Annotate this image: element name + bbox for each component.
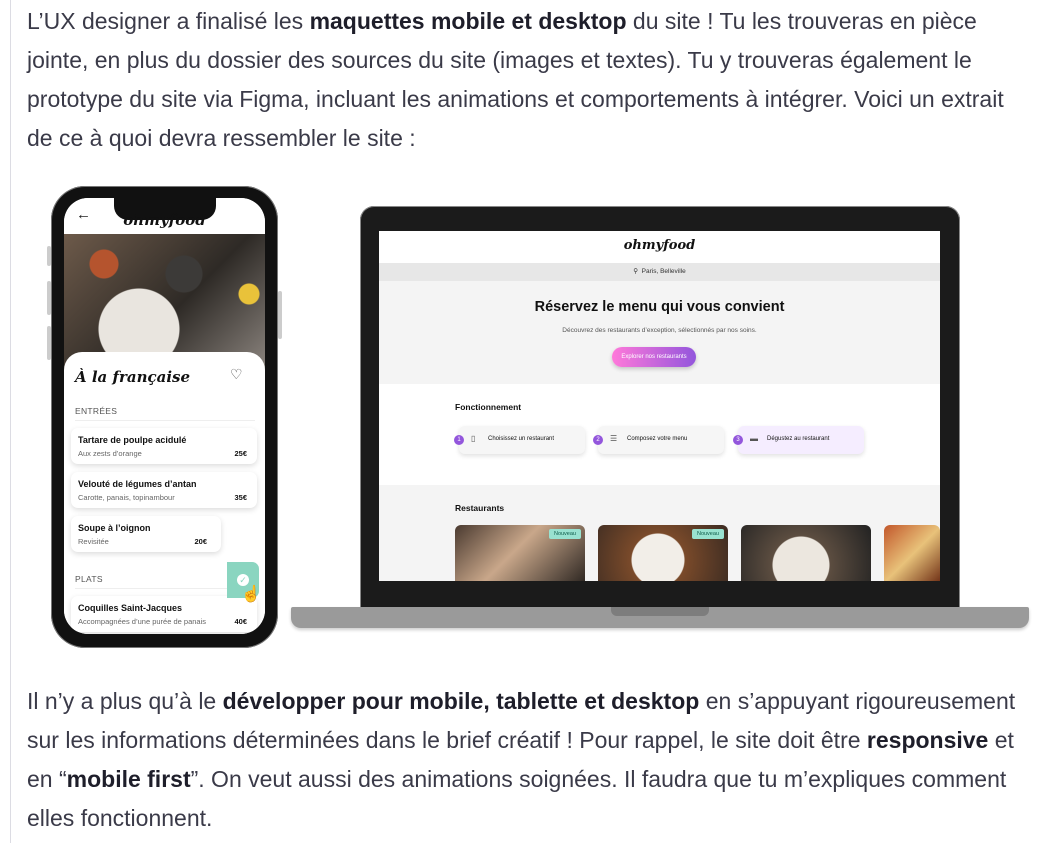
mobile-screen: ← ohmyfood À la française ♡ ENTRÉES Tart… <box>64 198 265 634</box>
explore-restaurants-button[interactable]: Explorer nos restaurants <box>612 347 696 367</box>
phone-icon: ▯ <box>471 434 476 443</box>
hero-subtitle: Découvrez des restaurants d’exception, s… <box>562 327 757 334</box>
outro-bold-2: responsive <box>866 727 989 753</box>
desktop-header: ohmyfood <box>379 231 940 263</box>
dish-price: 35€ <box>234 493 247 502</box>
step-card[interactable]: 3 ▬ Dégustez au restaurant <box>733 426 864 454</box>
outro-bold-1: développer pour mobile, tablette et desk… <box>222 688 700 714</box>
dish-price: 25€ <box>234 449 247 458</box>
step-card[interactable]: 2 ☰ Composez votre menu <box>593 426 724 454</box>
step-label: Dégustez au restaurant <box>767 436 830 442</box>
content-left-border <box>10 0 11 843</box>
dish-name: Tartare de poulpe acidulé <box>78 435 187 445</box>
location-text: Paris, Belleville <box>641 268 686 275</box>
dish-desc: Aux zests d’orange <box>78 449 142 458</box>
dish-item[interactable]: Velouté de légumes d’antan Carotte, pana… <box>71 472 257 508</box>
heart-icon[interactable]: ♡ <box>230 366 243 383</box>
restaurants-section: Restaurants Nouveau Nouveau <box>379 485 940 581</box>
dish-desc: Revisitée <box>78 537 109 546</box>
dish-item[interactable]: Coquilles Saint-Jacques Accompagnées d’u… <box>71 596 257 632</box>
dish-price: 20€ <box>194 537 207 546</box>
dish-name: Soupe à l’oignon <box>78 523 151 533</box>
step-label: Choisissez un restaurant <box>488 436 555 442</box>
dish-price: 40€ <box>234 617 247 626</box>
outro-bold-3: mobile first <box>66 766 191 792</box>
intro-text-1: L’UX designer a finalisé les <box>27 8 310 34</box>
hero-title: Réservez le menu qui vous convient <box>534 299 785 315</box>
new-badge: Nouveau <box>548 529 581 539</box>
desktop-screen: ohmyfood ⚲ Paris, Belleville Réservez le… <box>379 231 940 581</box>
dish-name: Velouté de légumes d’antan <box>78 479 197 489</box>
phone-side-button <box>47 281 51 315</box>
step-number: 2 <box>593 435 603 445</box>
hand-cursor-icon: ☝ <box>241 586 261 603</box>
step-card[interactable]: 1 ▯ Choisissez un restaurant <box>454 426 585 454</box>
dish-item-selected[interactable]: Soupe à l’oignon Revisitée 20€ <box>71 516 221 552</box>
step-number: 1 <box>454 435 464 445</box>
list-icon: ☰ <box>610 434 618 443</box>
outro-text-1: Il n’y a plus qu’à le <box>27 688 223 714</box>
restaurant-card[interactable] <box>741 525 871 581</box>
restaurant-card[interactable]: Nouveau <box>598 525 728 581</box>
outro-paragraph: Il n’y a plus qu’à le développer pour mo… <box>27 682 1042 838</box>
phone-side-button <box>47 246 51 266</box>
restaurant-icon: ▬ <box>750 434 758 443</box>
dish-desc: Accompagnées d’une purée de panais <box>78 617 207 626</box>
laptop-notch <box>611 607 709 616</box>
desktop-hero: Réservez le menu qui vous convient Décou… <box>379 281 940 384</box>
restaurant-card[interactable] <box>884 525 940 581</box>
dish-item[interactable]: Tartare de poulpe acidulé Aux zests d’or… <box>71 428 257 464</box>
mobile-logo: ohmyfood <box>123 211 206 229</box>
step-number: 3 <box>733 435 743 445</box>
restaurant-card[interactable]: Nouveau <box>455 525 585 581</box>
intro-bold-1: maquettes mobile et desktop <box>309 8 627 34</box>
new-badge: Nouveau <box>691 529 724 539</box>
intro-paragraph: L’UX designer a finalisé les maquettes m… <box>27 2 1027 158</box>
step-label: Composez votre menu <box>627 436 688 442</box>
section-plats: PLATS <box>75 574 254 589</box>
dish-name: Coquilles Saint-Jacques <box>78 603 183 613</box>
location-bar: ⚲ Paris, Belleville <box>379 263 940 281</box>
section-entrees: ENTRÉES <box>75 406 257 421</box>
mobile-mockup: ← ohmyfood À la française ♡ ENTRÉES Tart… <box>47 186 282 648</box>
dish-desc: Carotte, panais, topinambour <box>78 493 175 502</box>
how-it-works-section: Fonctionnement 1 ▯ Choisissez un restaur… <box>379 384 940 485</box>
phone-side-button <box>278 291 282 339</box>
restaurant-title: À la française <box>75 368 191 386</box>
location-pin-icon: ⚲ <box>633 268 639 275</box>
desktop-logo[interactable]: ohmyfood <box>379 238 940 253</box>
how-it-works-title: Fonctionnement <box>455 402 522 412</box>
restaurants-title: Restaurants <box>455 503 505 513</box>
phone-side-button <box>47 326 51 360</box>
